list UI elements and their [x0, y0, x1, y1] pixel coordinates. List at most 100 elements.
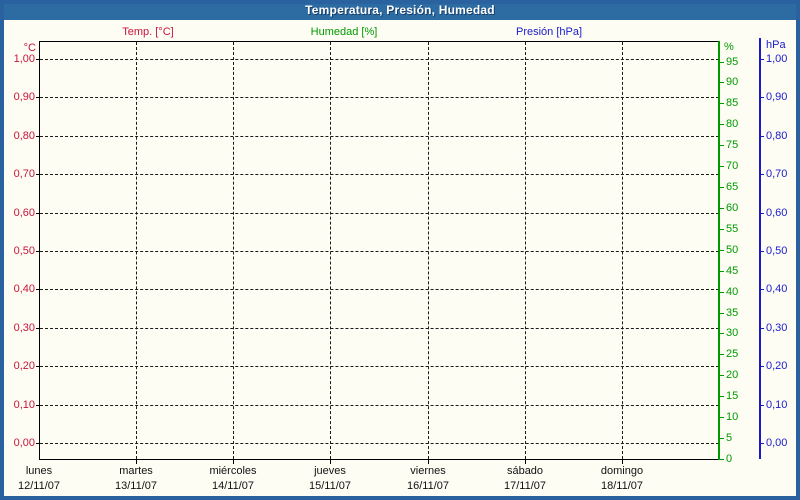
- horizontal-gridline: [40, 405, 719, 406]
- humidity-tick-label: 65: [726, 181, 739, 193]
- temperature-axis-unit: °C: [23, 42, 36, 54]
- temperature-tick: [36, 174, 39, 175]
- pressure-tick-label: 0,90: [766, 91, 788, 103]
- weather-chart-window: Temperatura, Presión, Humedad Temp. [°C]…: [0, 0, 800, 500]
- humidity-tick: [718, 250, 724, 251]
- humidity-tick: [718, 103, 724, 104]
- temperature-tick-label: 0,70: [13, 168, 35, 180]
- day-date-label: 17/11/07: [503, 480, 546, 492]
- horizontal-gridline: [40, 289, 719, 290]
- humidity-tick: [718, 271, 724, 272]
- humidity-tick: [718, 333, 724, 334]
- temperature-tick: [36, 405, 39, 406]
- pressure-tick: [759, 251, 764, 252]
- horizontal-gridline: [40, 213, 719, 214]
- legend-temperature: Temp. [°C]: [122, 26, 174, 38]
- temperature-tick: [36, 59, 39, 60]
- horizontal-gridline: [40, 97, 719, 98]
- temperature-tick: [36, 328, 39, 329]
- temperature-tick: [36, 213, 39, 214]
- vertical-gridline: [233, 42, 234, 459]
- vertical-gridline: [136, 42, 137, 459]
- day-date-label: 14/11/07: [211, 480, 254, 492]
- humidity-axis-unit: %: [724, 41, 734, 53]
- humidity-tick-label: 75: [726, 139, 739, 151]
- day-date-label: 13/11/07: [114, 480, 157, 492]
- day-name-label: jueves: [314, 465, 346, 477]
- horizontal-gridline: [40, 366, 719, 367]
- day-name-label: domingo: [600, 465, 644, 477]
- humidity-tick-label: 40: [726, 286, 739, 298]
- temperature-tick-label: 0,10: [13, 399, 35, 411]
- day-date-label: 18/11/07: [600, 480, 643, 492]
- humidity-tick: [718, 438, 724, 439]
- temperature-tick-label: 0,20: [13, 360, 35, 372]
- temperature-tick-label: 0,40: [13, 283, 35, 295]
- humidity-tick: [718, 62, 724, 63]
- humidity-tick: [718, 313, 724, 314]
- day-tick: [330, 459, 331, 464]
- legend-humidity: Humedad [%]: [310, 26, 378, 38]
- pressure-tick: [759, 405, 764, 406]
- temperature-tick-label: 1,00: [13, 53, 35, 65]
- pressure-tick: [759, 97, 764, 98]
- pressure-axis-line: [759, 38, 761, 459]
- temperature-tick-label: 0,90: [13, 91, 35, 103]
- humidity-tick-label: 80: [726, 118, 739, 130]
- humidity-tick: [718, 354, 724, 355]
- day-name-label: sábado: [506, 465, 544, 477]
- humidity-tick-label: 30: [726, 327, 739, 339]
- pressure-tick-label: 0,30: [766, 322, 788, 334]
- temperature-tick-label: 0,30: [13, 322, 35, 334]
- horizontal-gridline: [40, 251, 719, 252]
- day-name-label: lunes: [25, 465, 53, 477]
- humidity-tick-label: 35: [726, 307, 739, 319]
- horizontal-gridline: [40, 174, 719, 175]
- x-axis-line: [39, 459, 720, 460]
- horizontal-gridline: [40, 136, 719, 137]
- humidity-tick-label: 60: [726, 202, 739, 214]
- humidity-tick: [718, 229, 724, 230]
- temperature-tick: [36, 289, 39, 290]
- temperature-tick-label: 0,50: [13, 245, 35, 257]
- pressure-tick-label: 0,10: [766, 399, 788, 411]
- humidity-tick-label: 0: [726, 453, 733, 465]
- pressure-tick-label: 0,40: [766, 283, 788, 295]
- temperature-axis-line: [39, 41, 40, 460]
- humidity-tick-label: 50: [726, 244, 739, 256]
- humidity-tick-label: 20: [726, 369, 739, 381]
- day-name-label: viernes: [410, 465, 446, 477]
- humidity-tick-label: 95: [726, 56, 739, 68]
- humidity-tick-label: 15: [726, 390, 739, 402]
- humidity-tick: [718, 145, 724, 146]
- humidity-tick: [718, 124, 724, 125]
- day-date-label: 12/11/07: [17, 480, 60, 492]
- day-tick: [233, 459, 234, 464]
- day-name-label: miércoles: [209, 465, 257, 477]
- humidity-tick: [718, 166, 724, 167]
- vertical-gridline: [330, 42, 331, 459]
- day-tick: [136, 459, 137, 464]
- legend-pressure: Presión [hPa]: [515, 26, 583, 38]
- humidity-tick-label: 45: [726, 265, 739, 277]
- pressure-tick: [759, 289, 764, 290]
- day-tick: [622, 459, 623, 464]
- vertical-gridline: [525, 42, 526, 459]
- pressure-tick-label: 0,50: [766, 245, 788, 257]
- horizontal-gridline: [40, 328, 719, 329]
- pressure-tick: [759, 443, 764, 444]
- pressure-tick: [759, 213, 764, 214]
- chart-title: Temperatura, Presión, Humedad: [305, 3, 495, 17]
- pressure-tick-label: 0,80: [766, 130, 788, 142]
- temperature-tick: [36, 366, 39, 367]
- pressure-tick: [759, 328, 764, 329]
- humidity-tick-label: 55: [726, 223, 739, 235]
- pressure-tick-label: 0,00: [766, 437, 788, 449]
- day-tick: [525, 459, 526, 464]
- humidity-tick-label: 10: [726, 411, 739, 423]
- pressure-tick-label: 0,20: [766, 360, 788, 372]
- day-date-label: 16/11/07: [406, 480, 449, 492]
- humidity-tick-label: 85: [726, 97, 739, 109]
- humidity-tick-label: 25: [726, 348, 739, 360]
- humidity-tick: [718, 208, 724, 209]
